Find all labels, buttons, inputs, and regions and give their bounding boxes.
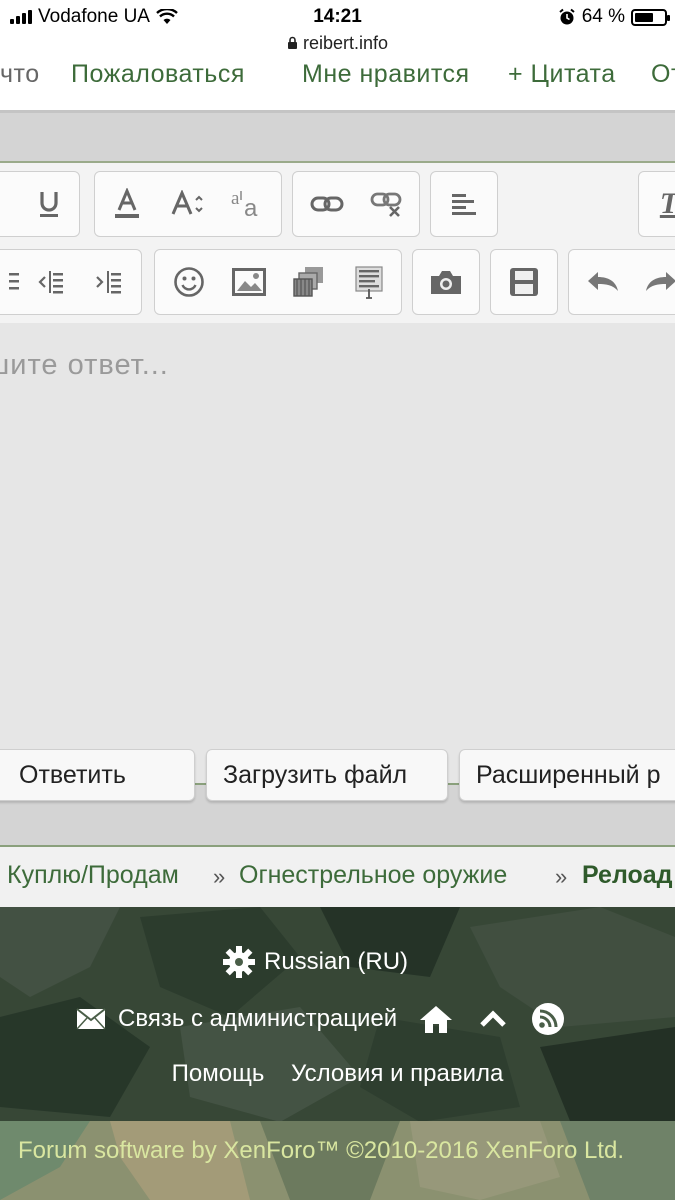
indent-icon xyxy=(96,271,121,294)
reply-button[interactable]: Ответить xyxy=(0,749,195,801)
scroll-top-icon[interactable] xyxy=(479,1009,507,1029)
image-icon xyxy=(232,268,266,296)
upload-file-button[interactable]: Загрузить файл xyxy=(206,749,448,801)
upload-file-label: Загрузить файл xyxy=(223,760,408,789)
footer-links-row: Связь с администрацией xyxy=(76,1002,565,1036)
remove-format-button[interactable]: T xyxy=(647,182,675,226)
insert-media-button[interactable] xyxy=(287,260,331,304)
editor-container: aa T xyxy=(0,110,675,848)
breadcrumb-separator: » xyxy=(555,864,568,889)
toolbar-group-font: aa xyxy=(94,171,282,237)
copyright-text[interactable]: Forum software by XenForo™ ©2010-2016 Xe… xyxy=(18,1137,624,1165)
advanced-mode-button[interactable]: Расширенный р xyxy=(459,749,675,801)
align-button[interactable] xyxy=(442,182,486,226)
smiley-icon xyxy=(174,267,204,297)
unlink-button[interactable] xyxy=(365,182,409,226)
terms-link[interactable]: Условия и правила xyxy=(291,1060,503,1087)
footer: Russian (RU) Связь с администрацией Помо… xyxy=(0,907,675,1200)
toolbar-group-align xyxy=(430,171,498,237)
font-color-button[interactable] xyxy=(105,182,149,226)
toolbar-group-indent xyxy=(0,249,142,315)
underline-icon xyxy=(40,192,58,217)
align-left-icon xyxy=(452,194,476,215)
redo-icon xyxy=(646,272,675,291)
post-actions-bar: что Пожаловаться Мне нравится + Цитата О… xyxy=(0,60,675,110)
toolbar-group-save xyxy=(490,249,558,315)
report-link[interactable]: Пожаловаться xyxy=(71,60,245,89)
toolbar-group-clear: T xyxy=(638,171,675,237)
battery-area: 64 % xyxy=(558,6,670,28)
help-link[interactable]: Помощь xyxy=(172,1060,265,1087)
status-bar: Vodafone UA 14:21 reibert.info 64 % xyxy=(0,0,675,60)
gear-icon xyxy=(223,946,255,978)
font-family-button[interactable]: aa xyxy=(225,182,269,226)
battery-icon xyxy=(631,8,670,26)
breadcrumb-item[interactable]: Куплю/Продам xyxy=(7,861,179,890)
save-draft-button[interactable] xyxy=(502,260,546,304)
font-family-icon: aa xyxy=(231,188,258,220)
indent-button[interactable] xyxy=(87,260,131,304)
lock-icon xyxy=(287,36,297,49)
undo-button[interactable] xyxy=(581,260,625,304)
link-icon xyxy=(310,196,344,212)
outdent-button[interactable] xyxy=(29,260,73,304)
breadcrumb-current[interactable]: Релоад xyxy=(582,861,673,890)
camera-button[interactable] xyxy=(424,260,468,304)
advanced-mode-label: Расширенный р xyxy=(476,760,661,789)
camera-icon xyxy=(431,271,461,294)
language-chooser[interactable]: Russian (RU) xyxy=(222,945,408,979)
toolbar-group-format xyxy=(0,171,80,237)
editor-toolbar: aa T xyxy=(0,163,675,323)
battery-percent: 64 % xyxy=(581,6,625,27)
breadcrumb-item[interactable]: Огнестрельное оружие xyxy=(239,861,507,890)
unlink-icon xyxy=(370,192,402,217)
breadcrumb: Куплю/Продам » Огнестрельное оружие » Ре… xyxy=(0,845,675,909)
toolbar-group-links xyxy=(292,171,420,237)
code-block-icon xyxy=(355,266,383,299)
contact-link[interactable]: Связь с администрацией xyxy=(118,1005,397,1033)
toolbar-group-insert xyxy=(154,249,402,315)
rss-icon[interactable] xyxy=(531,1002,565,1036)
list-icon xyxy=(9,273,19,290)
like-link[interactable]: Мне нравится xyxy=(302,60,470,89)
url-text: reibert.info xyxy=(302,33,389,53)
toolbar-group-camera xyxy=(412,249,480,315)
media-icon xyxy=(293,267,323,297)
smilies-button[interactable] xyxy=(167,260,211,304)
quote-link[interactable]: + Цитата xyxy=(508,60,616,89)
breadcrumb-separator: » xyxy=(213,864,226,889)
alarm-icon xyxy=(559,8,575,25)
remove-format-icon: T xyxy=(660,187,675,221)
redo-button[interactable] xyxy=(639,260,675,304)
action-link-partial[interactable]: что xyxy=(0,60,40,89)
font-size-button[interactable] xyxy=(165,182,209,226)
reply-button-label: Ответить xyxy=(19,760,126,789)
svg-text:a: a xyxy=(231,188,240,209)
home-icon[interactable] xyxy=(419,1004,453,1034)
editor-area[interactable]: aa T xyxy=(0,161,675,785)
url-bar[interactable]: reibert.info xyxy=(0,33,675,54)
insert-link-button[interactable] xyxy=(305,182,349,226)
editor-placeholder: шите ответ... xyxy=(0,349,169,381)
insert-image-button[interactable] xyxy=(227,260,271,304)
language-label: Russian (RU) xyxy=(264,948,409,975)
insert-code-button[interactable] xyxy=(347,260,391,304)
font-size-icon xyxy=(171,190,203,215)
toolbar-group-history xyxy=(568,249,675,315)
footer-links-secondary: Помощь Условия и правила xyxy=(0,1060,675,1088)
mail-icon xyxy=(76,1008,106,1030)
save-icon xyxy=(510,268,538,296)
reply-link-partial[interactable]: От xyxy=(651,60,675,89)
outdent-icon xyxy=(38,271,63,294)
undo-icon xyxy=(588,272,618,291)
svg-text:a: a xyxy=(244,195,258,220)
underline-button[interactable] xyxy=(27,182,71,226)
font-color-icon xyxy=(115,188,139,218)
